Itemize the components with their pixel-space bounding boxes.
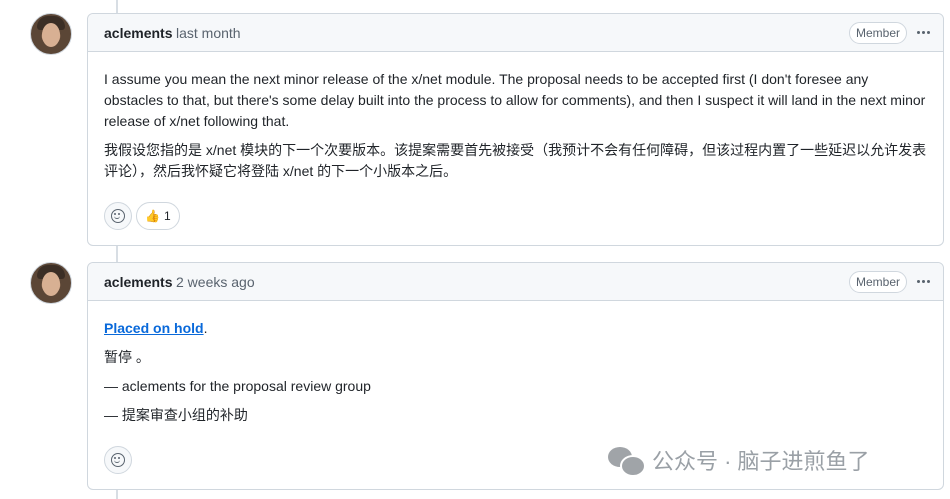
reaction-thumbs-up[interactable]: 👍 1 bbox=[136, 202, 180, 230]
watermark: 公众号 · 脑子进煎鱼了 bbox=[608, 444, 870, 477]
kebab-dot-icon bbox=[926, 279, 930, 283]
watermark-text: 公众号 · 脑子进煎鱼了 bbox=[652, 449, 870, 474]
wechat-icon bbox=[608, 445, 646, 477]
member-badge: Member bbox=[848, 22, 907, 44]
avatar[interactable] bbox=[30, 13, 72, 55]
comment-line: — 提案审查小组的补助 bbox=[104, 407, 248, 423]
smiley-icon bbox=[111, 209, 125, 223]
reaction-count: 1 bbox=[163, 209, 171, 223]
kebab-dot-icon bbox=[921, 30, 925, 34]
avatar[interactable] bbox=[30, 262, 72, 304]
status-line: Placed on hold. bbox=[104, 318, 929, 339]
author-link[interactable]: aclements bbox=[104, 274, 172, 290]
kebab-dot-icon bbox=[916, 30, 920, 34]
avatar-face bbox=[42, 272, 60, 296]
comment-line: 暂停 。 bbox=[104, 349, 150, 365]
add-reaction-button[interactable] bbox=[104, 446, 132, 474]
member-badge: Member bbox=[848, 271, 907, 293]
comment-paragraph-en: I assume you mean the next minor release… bbox=[104, 71, 926, 129]
link-suffix: . bbox=[203, 320, 208, 336]
comment-header: aclements 2 weeks ago Member bbox=[88, 263, 943, 301]
add-reaction-button[interactable] bbox=[104, 202, 132, 230]
kebab-dot-icon bbox=[916, 279, 920, 283]
placed-on-hold-link[interactable]: Placed on hold bbox=[104, 320, 204, 336]
smiley-icon bbox=[111, 453, 125, 467]
comment-timestamp[interactable]: last month bbox=[176, 25, 241, 41]
more-options-button[interactable] bbox=[913, 22, 933, 42]
comment-paragraph-zh: 我假设您指的是 x/net 模块的下一个次要版本。该提案需要首先被接受（我预计不… bbox=[104, 142, 927, 179]
comment-header: aclements last month Member bbox=[88, 14, 943, 52]
comment-timestamp[interactable]: 2 weeks ago bbox=[176, 274, 255, 290]
author-link[interactable]: aclements bbox=[104, 25, 172, 41]
kebab-dot-icon bbox=[921, 279, 925, 283]
comment-box: aclements last month Member I assume you… bbox=[87, 13, 944, 246]
thumbs-up-icon: 👍 bbox=[145, 209, 160, 223]
kebab-dot-icon bbox=[926, 30, 930, 34]
avatar-face bbox=[42, 23, 60, 47]
more-options-button[interactable] bbox=[913, 271, 933, 291]
comment-line: — aclements for the proposal review grou… bbox=[104, 378, 371, 394]
